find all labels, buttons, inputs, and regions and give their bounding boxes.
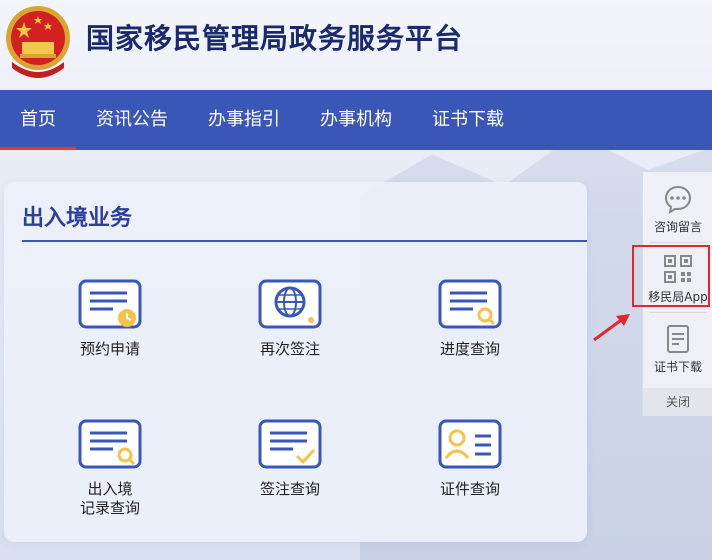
service-label: 再次签注 [259,340,320,358]
appointment-icon [78,279,142,329]
nav-item-offices[interactable]: 办事机构 [300,90,412,150]
id-card-icon [438,419,502,469]
record-search-icon [78,419,142,469]
site-title: 国家移民管理局政务服务平台 [86,22,464,55]
progress-search-icon [438,279,502,329]
service-endorsement-query[interactable]: 签注查询 [230,418,350,499]
nav-item-home[interactable]: 首页 [0,90,76,150]
endorsement-check-icon [258,419,322,469]
service-id-query[interactable]: 证件查询 [410,418,530,499]
service-progress-query[interactable]: 进度查询 [410,278,530,359]
service-label: 进度查询 [439,340,500,358]
entry-exit-service-panel: 出入境业务 预约申请 再次签注 进度查询 出入境 记录查询 签注查询 证件查询 [4,182,587,542]
main-nav: 首页 资讯公告 办事指引 办事机构 证书下载 [0,90,712,150]
site-header: 国家移民管理局政务服务平台 [0,0,712,90]
service-re-endorsement[interactable]: 再次签注 [230,278,350,359]
sidebar-divider [649,242,707,243]
download-label: 证书下载 [653,360,702,374]
service-label: 出入境 记录查询 [79,480,140,517]
panel-divider [22,240,587,242]
nav-item-certificate-download[interactable]: 证书下载 [412,90,524,150]
service-label: 证件查询 [439,480,500,498]
certificate-icon [667,325,689,353]
chat-bubble-icon [664,185,692,214]
highlight-box [632,245,710,307]
national-emblem-icon [6,6,70,78]
service-label: 预约申请 [79,340,140,358]
consult-message-button[interactable]: 咨询留言 [643,184,712,235]
globe-icon [258,279,322,329]
pointer-arrow-icon [593,314,630,342]
certificate-download-button[interactable]: 证书下载 [643,324,712,375]
service-appointment[interactable]: 预约申请 [50,278,170,359]
consult-label: 咨询留言 [653,220,702,234]
nav-item-guide[interactable]: 办事指引 [188,90,300,150]
sidebar-divider [649,312,707,313]
close-sidebar-button[interactable]: 关闭 [643,388,712,416]
service-entry-exit-record-query[interactable]: 出入境 记录查询 [50,418,170,518]
panel-title: 出入境业务 [22,206,133,231]
service-label: 签注查询 [259,480,320,498]
nav-item-news[interactable]: 资讯公告 [76,90,188,150]
